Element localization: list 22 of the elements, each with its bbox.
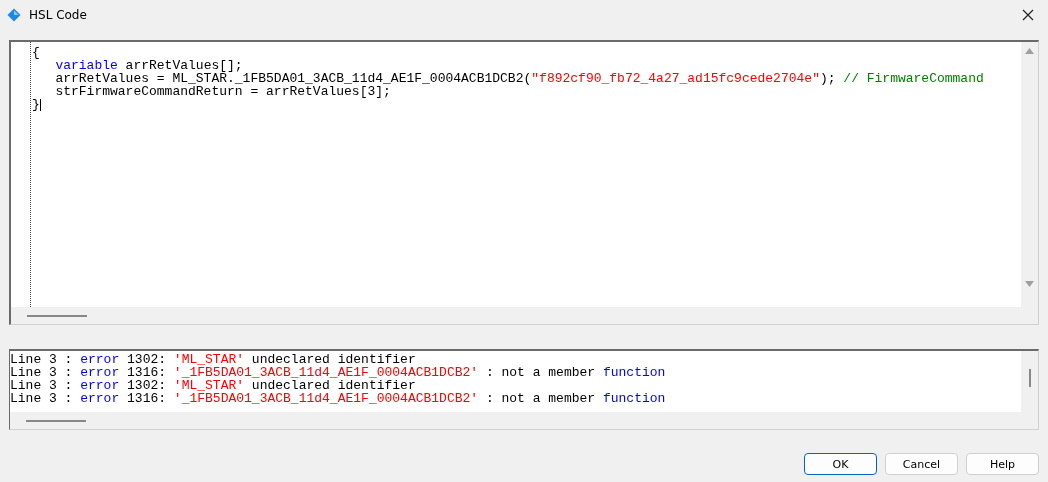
error-message: Line 3 : error 1302: 'ML_STAR' undeclared identifier xyxy=(10,353,416,366)
dialog-button[interactable]: OK xyxy=(804,453,877,475)
window-title: HSL Code xyxy=(29,8,88,22)
error-message: Line 3 : error 1302: 'ML_STAR' undeclared identifier xyxy=(10,379,416,392)
error-message: Line 3 : error 1316: '_1FB5DA01_3ACB_11d4_AE1F_0004ACB1DCB2' : not a member function xyxy=(10,366,666,379)
scroll-down-icon[interactable] xyxy=(1025,281,1034,287)
scrollbar-thumb[interactable] xyxy=(1028,369,1031,387)
diamond-icon xyxy=(7,8,21,22)
code-line: variable arrRetValues[]; xyxy=(55,59,243,72)
code-editor[interactable]: { variable arrRetValues[]; arrRetValues = ML_STAR._1FB5DA01_3ACB_11d4_AE1F_0004ACB1DCB2("f892cf90_fb72_4a27_ad15fc9cede2704e"); // FirmwareCommand strFirmwareCommandReturn = arrRetValues[3]; } xyxy=(9,40,1039,325)
scrollbar-thumb[interactable] xyxy=(26,419,86,422)
code-line: } xyxy=(32,98,41,111)
close-icon[interactable] xyxy=(1022,9,1034,21)
scroll-up-icon[interactable] xyxy=(1025,48,1034,54)
code-line: arrRetValues = ML_STAR._1FB5DA01_3ACB_11d4_AE1F_0004ACB1DCB2("f892cf90_fb72_4a27_ad15fc9cede2704e"); // FirmwareCommand xyxy=(55,72,984,85)
dialog-button[interactable]: Cancel xyxy=(885,453,958,475)
error-message: Line 3 : error 1316: '_1FB5DA01_3ACB_11d4_AE1F_0004ACB1DCB2' : not a member function xyxy=(10,392,666,405)
dialog-button[interactable]: Help xyxy=(966,453,1039,475)
scrollbar-thumb[interactable] xyxy=(27,314,87,317)
code-line: strFirmwareCommandReturn = arrRetValues[3]; xyxy=(55,85,391,98)
code-line: { xyxy=(32,46,40,59)
vertical-scrollbar[interactable] xyxy=(1021,42,1038,307)
